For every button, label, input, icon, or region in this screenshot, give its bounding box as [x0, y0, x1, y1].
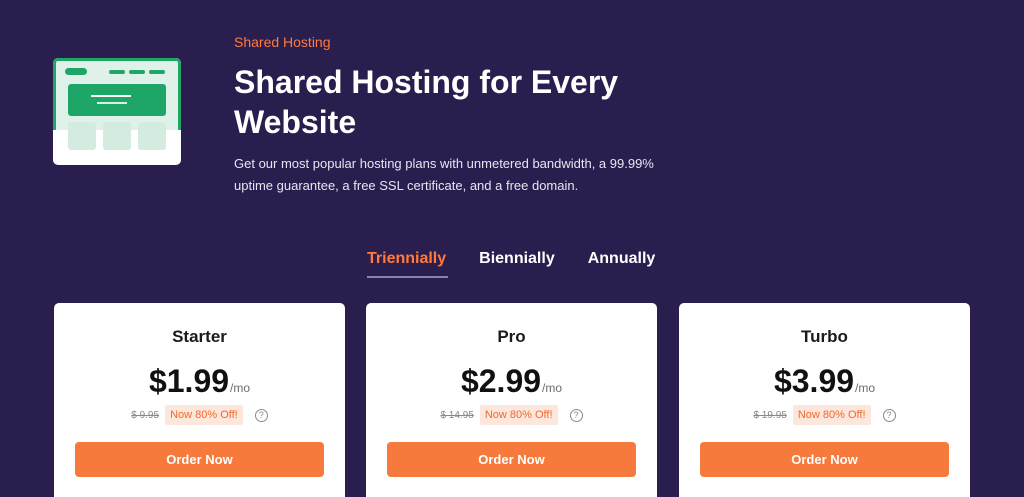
help-icon[interactable]: ? [569, 408, 583, 422]
illustration-frame [53, 58, 181, 165]
tab-triennially[interactable]: Triennially [367, 248, 449, 278]
billing-period-tabs: Triennially Biennially Annually [367, 248, 688, 278]
plan-name: Turbo [801, 327, 848, 346]
order-now-button[interactable]: Order Now [700, 442, 949, 477]
order-now-button[interactable]: Order Now [75, 442, 324, 477]
illustration-nav-item [109, 70, 125, 74]
illustration-text-line [91, 95, 131, 97]
price-period: /mo [542, 381, 563, 395]
original-price: $ 19.95 [753, 409, 787, 421]
price-row: $1.99/mo [54, 363, 345, 400]
illustration-block [138, 122, 166, 150]
price-row: $3.99/mo [679, 363, 970, 400]
order-now-button[interactable]: Order Now [387, 442, 636, 477]
price-period: /mo [230, 381, 251, 395]
discount-row: $ 19.95 Now 80% Off! ? [679, 405, 970, 425]
plan-price: $2.99 [460, 363, 542, 399]
discount-badge: Now 80% Off! [165, 405, 243, 425]
help-icon[interactable]: ? [254, 408, 268, 422]
tab-biennially[interactable]: Biennially [479, 248, 555, 278]
illustration-block [68, 122, 96, 150]
original-price: $ 9.95 [131, 409, 160, 421]
plan-name: Pro [497, 327, 526, 346]
illustration-text-line [97, 102, 127, 104]
tab-annually[interactable]: Annually [588, 248, 656, 278]
price-period: /mo [855, 381, 876, 395]
plan-price: $3.99 [773, 363, 855, 399]
plan-price: $1.99 [148, 363, 230, 399]
eyebrow-label: Shared Hosting [234, 34, 331, 50]
illustration-nav-item [129, 70, 145, 74]
plan-card-starter: Starter $1.99/mo $ 9.95 Now 80% Off! ? O… [54, 303, 345, 497]
discount-badge: Now 80% Off! [479, 405, 558, 425]
illustration-block [103, 122, 131, 150]
discount-row: $ 14.95 Now 80% Off! ? [366, 405, 657, 425]
page-title: Shared Hosting for Every Website [234, 64, 619, 140]
illustration-nav-item [149, 70, 165, 74]
illustration-logo [65, 68, 87, 75]
help-icon[interactable]: ? [882, 408, 896, 422]
illustration-banner [68, 84, 166, 116]
plan-card-turbo: Turbo $3.99/mo $ 19.95 Now 80% Off! ? Or… [679, 303, 970, 497]
original-price: $ 14.95 [440, 409, 474, 421]
price-row: $2.99/mo [366, 363, 657, 400]
discount-badge: Now 80% Off! [792, 405, 871, 425]
plan-name: Starter [172, 327, 227, 346]
hero-description: Get our most popular hosting plans with … [234, 156, 654, 193]
website-layout-illustration [53, 58, 181, 165]
discount-row: $ 9.95 Now 80% Off! ? [54, 405, 345, 425]
plan-card-pro: Pro $2.99/mo $ 14.95 Now 80% Off! ? Orde… [366, 303, 657, 497]
